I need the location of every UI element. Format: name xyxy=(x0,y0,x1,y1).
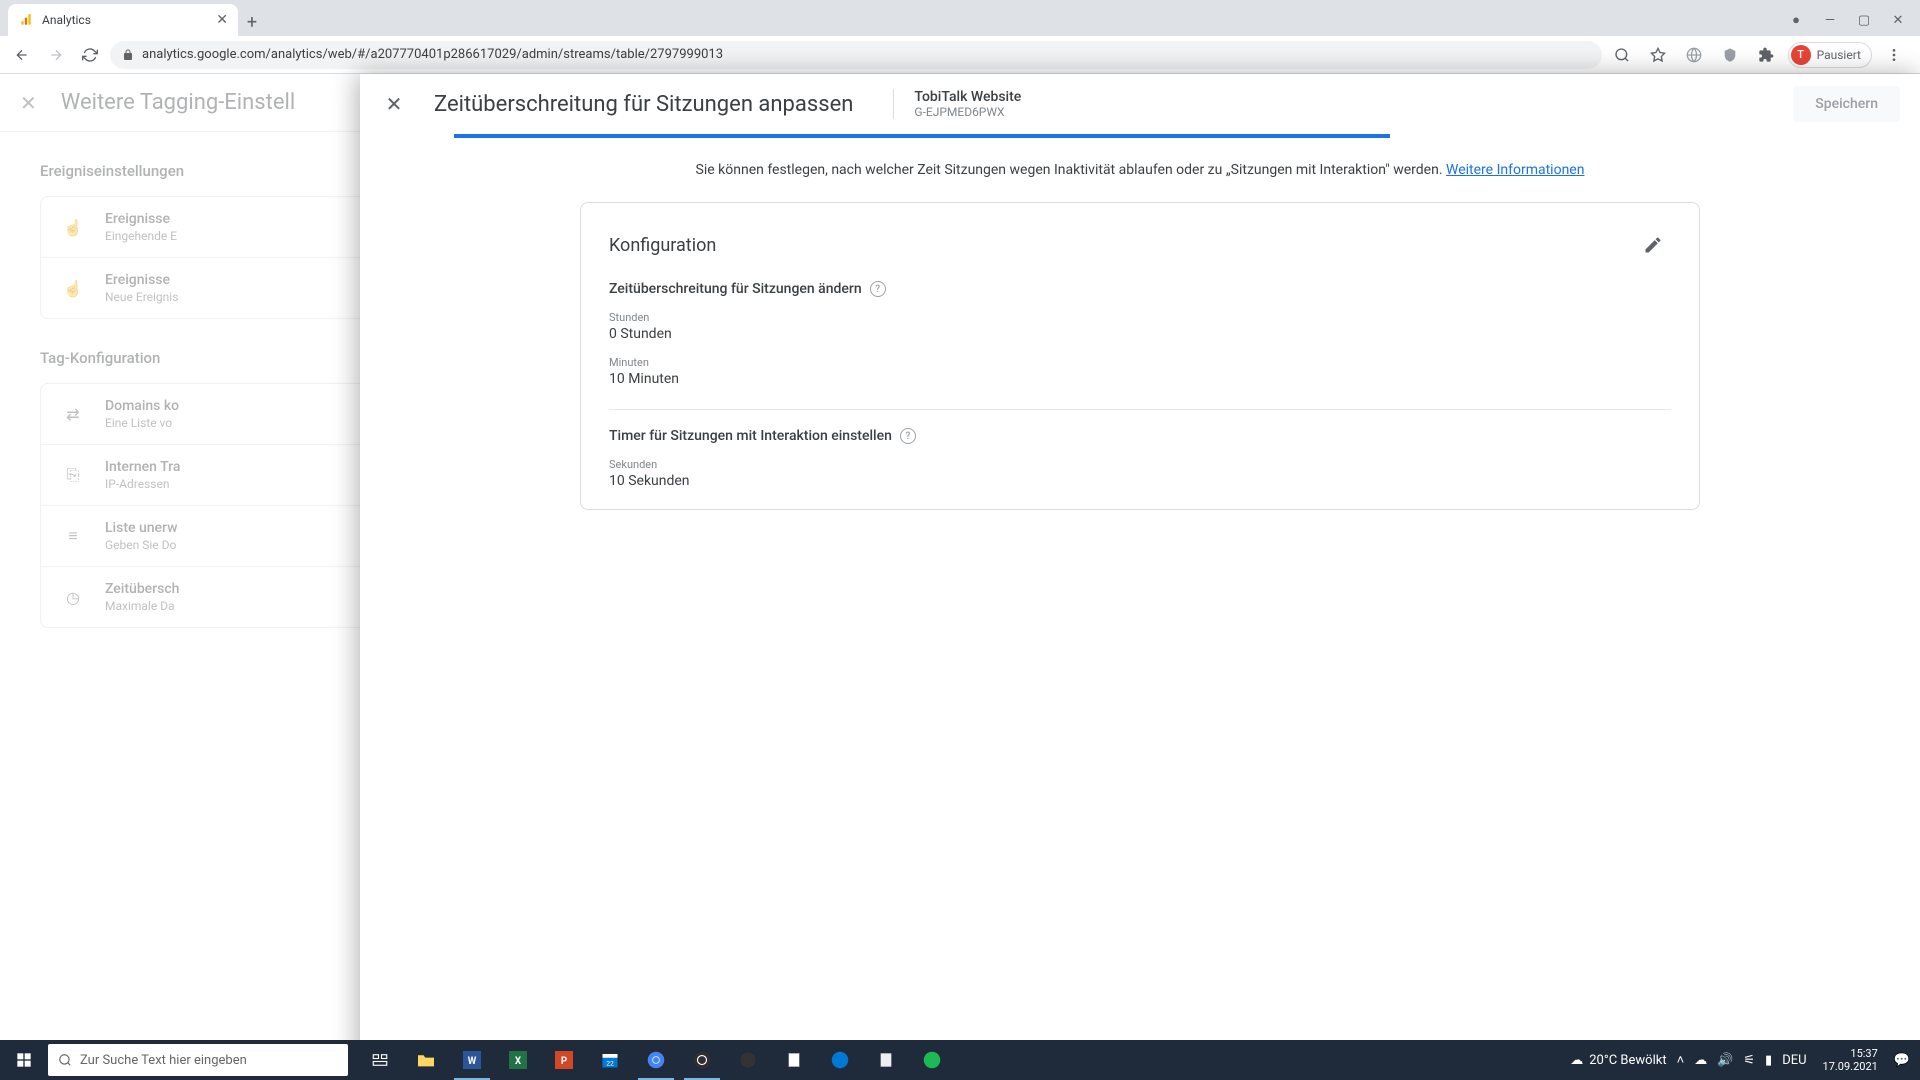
maximize-icon[interactable]: ▢ xyxy=(1848,6,1880,34)
minimize-icon[interactable]: — xyxy=(1814,6,1846,34)
taskbar-search[interactable]: Zur Suche Text hier eingeben xyxy=(48,1044,348,1076)
spotify-icon[interactable] xyxy=(910,1040,954,1080)
modal-close-button[interactable]: ✕ xyxy=(374,84,414,124)
save-button[interactable]: Speichern xyxy=(1793,86,1900,122)
url-text: analytics.google.com/analytics/web/#/a20… xyxy=(142,47,723,62)
bookmark-icon[interactable] xyxy=(1644,41,1672,69)
menu-icon[interactable] xyxy=(1880,41,1908,69)
weather-widget[interactable]: ☁20°C Bewölkt xyxy=(1570,1053,1666,1068)
lock-icon xyxy=(122,49,134,61)
start-button[interactable] xyxy=(0,1040,48,1080)
powerpoint-icon[interactable]: P xyxy=(542,1040,586,1080)
browser-toolbar: analytics.google.com/analytics/web/#/a20… xyxy=(0,36,1920,74)
calendar-icon[interactable]: 22 xyxy=(588,1040,632,1080)
language-indicator[interactable]: DEU xyxy=(1782,1053,1806,1068)
svg-text:X: X xyxy=(515,1056,522,1067)
clock[interactable]: 15:37 17.09.2021 xyxy=(1817,1047,1884,1073)
window-controls: ● — ▢ ✕ xyxy=(1780,4,1920,36)
shield-icon[interactable] xyxy=(1716,41,1744,69)
zoom-icon[interactable] xyxy=(1608,41,1636,69)
config-heading: Konfiguration xyxy=(609,235,716,256)
close-window-icon[interactable]: ✕ xyxy=(1882,6,1914,34)
svg-text:P: P xyxy=(561,1056,567,1067)
onedrive-icon[interactable]: ☁ xyxy=(1694,1053,1707,1068)
avatar: T xyxy=(1791,45,1811,65)
forward-button[interactable] xyxy=(42,41,70,69)
property-id: G-EJPMED6PWX xyxy=(914,105,1021,119)
word-icon[interactable]: W xyxy=(450,1040,494,1080)
profile-chip[interactable]: T Pausiert xyxy=(1788,42,1872,68)
excel-icon[interactable]: X xyxy=(496,1040,540,1080)
tab-strip: Analytics ✕ + ● — ▢ ✕ xyxy=(0,0,1920,36)
seconds-label: Sekunden xyxy=(609,458,1671,471)
taskbar: Zur Suche Text hier eingeben W X P 22 ☁2… xyxy=(0,1040,1920,1080)
tab-close-icon[interactable]: ✕ xyxy=(216,12,228,28)
property-name: TobiTalk Website xyxy=(914,89,1021,105)
session-timeout-heading: Zeitüberschreitung für Sitzungen ändern … xyxy=(609,281,1671,297)
globe-icon[interactable] xyxy=(1680,41,1708,69)
address-bar[interactable]: analytics.google.com/analytics/web/#/a20… xyxy=(110,41,1602,69)
divider xyxy=(609,409,1671,410)
profile-status: Pausiert xyxy=(1817,48,1861,62)
minutes-label: Minuten xyxy=(609,356,1671,369)
wifi-icon[interactable]: ⚟ xyxy=(1743,1053,1755,1068)
engaged-session-heading: Timer für Sitzungen mit Interaktion eins… xyxy=(609,428,1671,444)
new-tab-button[interactable]: + xyxy=(238,8,266,36)
edge-icon[interactable] xyxy=(818,1040,862,1080)
help-icon[interactable]: ? xyxy=(900,428,916,444)
seconds-value: 10 Sekunden xyxy=(609,473,1671,489)
reload-button[interactable] xyxy=(76,41,104,69)
account-dot-icon[interactable]: ● xyxy=(1780,6,1812,34)
obs-icon[interactable] xyxy=(680,1040,724,1080)
tab-title: Analytics xyxy=(42,13,91,27)
chrome-icon[interactable] xyxy=(634,1040,678,1080)
intro-text: Sie können festlegen, nach welcher Zeit … xyxy=(360,162,1920,178)
tray-expand-icon[interactable]: ˄ xyxy=(1677,1052,1685,1068)
browser-tab[interactable]: Analytics ✕ xyxy=(8,4,238,36)
task-view-icon[interactable] xyxy=(358,1040,402,1080)
search-placeholder: Zur Suche Text hier eingeben xyxy=(80,1053,247,1068)
svg-text:22: 22 xyxy=(606,1059,614,1067)
edit-button[interactable] xyxy=(1635,227,1671,263)
config-card: Konfiguration Zeitüberschreitung für Sit… xyxy=(580,202,1700,510)
volume-icon[interactable]: 🔊 xyxy=(1717,1053,1733,1068)
hours-label: Stunden xyxy=(609,311,1671,324)
modal-title: Zeitüberschreitung für Sitzungen anpasse… xyxy=(434,92,853,117)
more-info-link[interactable]: Weitere Informationen xyxy=(1446,162,1584,178)
progress-bar xyxy=(360,134,1920,138)
session-timeout-panel: ✕ Zeitüberschreitung für Sitzungen anpas… xyxy=(360,74,1920,1080)
app-icon[interactable] xyxy=(726,1040,770,1080)
extensions-icon[interactable] xyxy=(1752,41,1780,69)
notifications-icon[interactable]: 💬 xyxy=(1894,1053,1910,1068)
app2-icon[interactable] xyxy=(864,1040,908,1080)
hours-value: 0 Stunden xyxy=(609,326,1671,342)
help-icon[interactable]: ? xyxy=(870,281,886,297)
battery-icon[interactable]: ▮ xyxy=(1765,1053,1772,1068)
svg-text:W: W xyxy=(468,1056,477,1067)
explorer-icon[interactable] xyxy=(404,1040,448,1080)
property-info: TobiTalk Website G-EJPMED6PWX xyxy=(893,89,1021,119)
back-button[interactable] xyxy=(8,41,36,69)
notepad-icon[interactable] xyxy=(772,1040,816,1080)
analytics-favicon-icon xyxy=(18,12,34,28)
minutes-value: 10 Minuten xyxy=(609,371,1671,387)
